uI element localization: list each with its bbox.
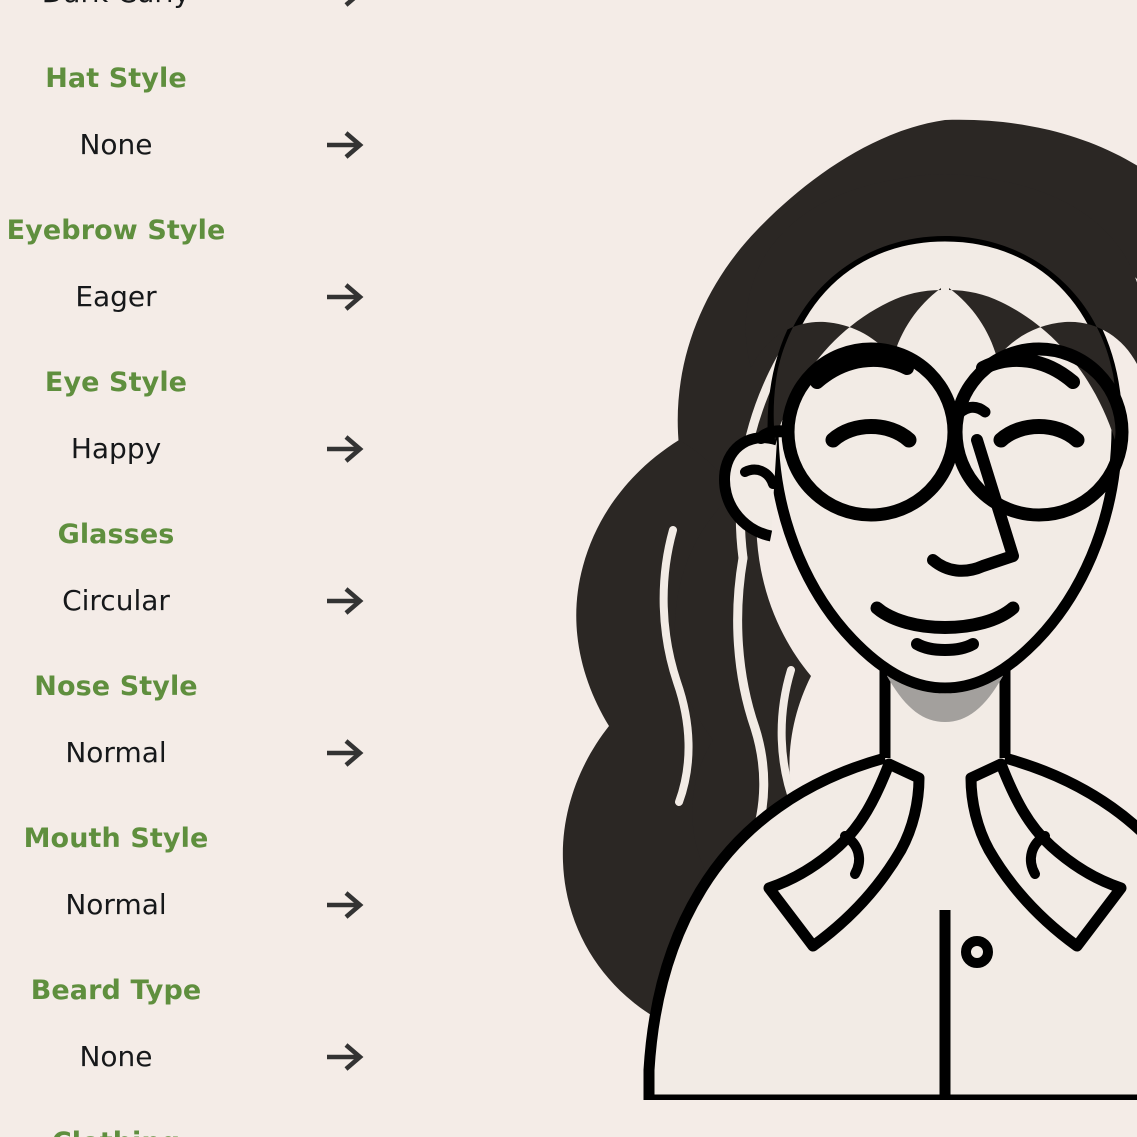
avatar-customizer-screen: Hair Style Dark Curly Hat Style None [0, 0, 1137, 1137]
option-row-glasses[interactable]: Circular [0, 575, 420, 627]
avatar-illustration [562, 119, 1137, 1100]
group-value-hat-style: None [79, 128, 153, 161]
arrow-right-icon[interactable] [324, 127, 366, 163]
option-group-nose-style: Nose Style Normal [0, 667, 420, 819]
option-group-hair-style: Hair Style Dark Curly [0, 0, 420, 59]
group-value-nose-style: Normal [65, 736, 167, 769]
option-row-mouth-style[interactable]: Normal [0, 879, 420, 931]
mouth-lower-lip [911, 638, 979, 656]
option-row-hat-style[interactable]: None [0, 119, 420, 171]
arrow-right-icon[interactable] [324, 431, 366, 467]
option-row-eyebrow-style[interactable]: Eager [0, 271, 420, 323]
group-label-beard-type: Beard Type [30, 975, 202, 1006]
group-label-eyebrow-style: Eyebrow Style [6, 215, 226, 246]
option-group-eye-style: Eye Style Happy [0, 363, 420, 515]
group-label-nose-style: Nose Style [34, 671, 198, 702]
arrow-right-icon[interactable] [324, 1039, 366, 1075]
option-group-hat-style: Hat Style None [0, 59, 420, 211]
group-value-beard-type: None [79, 1040, 153, 1073]
options-scroll-container[interactable]: Hair Style Dark Curly Hat Style None [0, 0, 420, 1137]
option-group-mouth-style: Mouth Style Normal [0, 819, 420, 971]
group-label-eye-style: Eye Style [44, 367, 188, 398]
group-label-glasses: Glasses [57, 519, 175, 550]
arrow-right-icon[interactable] [324, 0, 366, 11]
group-label-mouth-style: Mouth Style [23, 823, 209, 854]
option-group-glasses: Glasses Circular [0, 515, 420, 667]
group-label-hat-style: Hat Style [45, 63, 187, 94]
arrow-right-icon[interactable] [324, 735, 366, 771]
group-value-mouth-style: Normal [65, 888, 167, 921]
group-value-glasses: Circular [62, 584, 170, 617]
group-value-eye-style: Happy [70, 432, 162, 465]
option-row-beard-type[interactable]: None [0, 1031, 420, 1083]
option-group-clothing: Clothing [0, 1123, 420, 1137]
group-label-clothing: Clothing [0, 1123, 232, 1137]
glasses-temple-left [755, 425, 794, 444]
avatar-preview [430, 0, 1137, 1137]
avatar-options-panel: Hair Style Dark Curly Hat Style None [0, 0, 420, 1137]
option-row-hair-style[interactable]: Dark Curly [0, 0, 420, 19]
option-group-beard-type: Beard Type None [0, 971, 420, 1123]
option-group-eyebrow-style: Eyebrow Style Eager [0, 211, 420, 363]
group-value-hair-style: Dark Curly [0, 0, 232, 19]
group-value-eyebrow-style: Eager [75, 280, 157, 313]
option-row-nose-style[interactable]: Normal [0, 727, 420, 779]
arrow-right-icon[interactable] [324, 279, 366, 315]
arrow-right-icon[interactable] [324, 887, 366, 923]
option-row-eye-style[interactable]: Happy [0, 423, 420, 475]
arrow-right-icon[interactable] [324, 583, 366, 619]
